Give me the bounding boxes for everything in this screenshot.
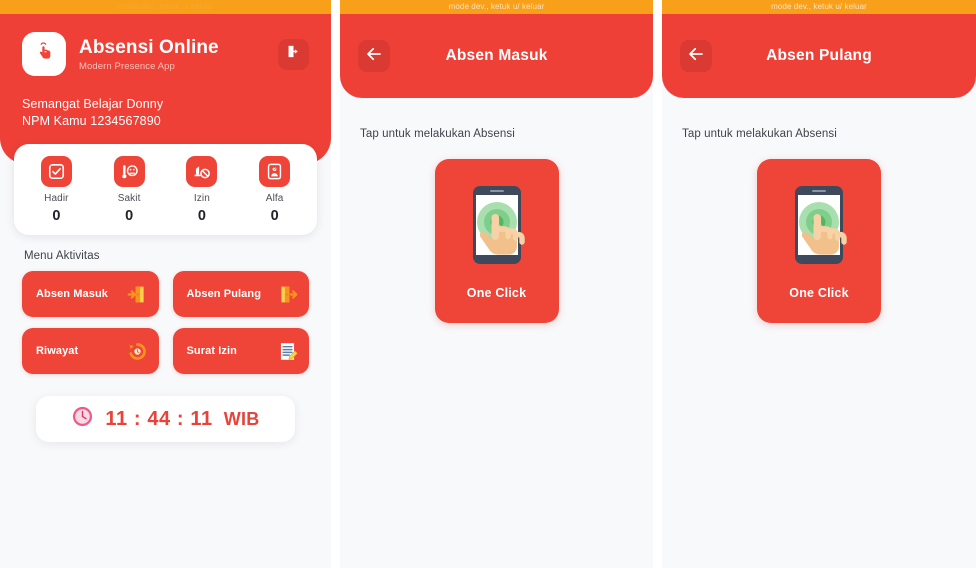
clock-card: 11 : 44 : 11 WIB (36, 396, 295, 442)
greeting-npm: NPM Kamu 1234567890 (22, 114, 161, 128)
menu-section-title: Menu Aktivitas (24, 250, 100, 262)
stat-value: 0 (125, 208, 134, 224)
stat-izin[interactable]: Izin 0 (166, 156, 239, 224)
stat-label: Izin (193, 193, 210, 204)
brand-row: Absensi Online Modern Presence App (22, 32, 309, 76)
checkout-header: Absen Pulang (662, 14, 976, 98)
phone-tap-icon (784, 182, 854, 273)
greeting-name: Semangat Belajar Donny (22, 97, 164, 111)
menu-item-absen-masuk[interactable]: Absen Masuk (22, 271, 159, 317)
checkbox-checked-icon (40, 156, 72, 187)
app-title: Absensi Online (79, 36, 219, 58)
arrow-left-icon (365, 45, 383, 68)
stat-sakit[interactable]: Sakit 0 (93, 156, 166, 224)
stat-label: Sakit (117, 193, 141, 204)
screen-checkin: mode dev., ketuk u/ keluar Absen Masuk T… (340, 0, 653, 568)
sick-thermometer-icon (113, 156, 145, 187)
door-enter-icon (127, 284, 148, 305)
one-click-label: One Click (466, 286, 527, 300)
dev-mode-banner[interactable]: mode dev., ketuk u/ keluar (0, 0, 331, 14)
stat-hadir[interactable]: Hadir 0 (20, 156, 93, 224)
dev-mode-banner[interactable]: mode dev., ketuk u/ keluar (662, 0, 976, 14)
menu-item-label: Absen Masuk (36, 288, 109, 300)
tap-hint: Tap untuk melakukan Absensi (360, 128, 515, 140)
menu-grid: Absen Masuk Absen Pulang Riwayat Surat I… (0, 271, 331, 374)
one-click-button[interactable]: One Click (757, 159, 881, 323)
menu-item-riwayat[interactable]: Riwayat (22, 328, 159, 374)
stat-value: 0 (270, 208, 279, 224)
tap-hand-icon (32, 40, 56, 69)
history-clock-icon (127, 341, 148, 362)
screen-checkout: mode dev., ketuk u/ keluar Absen Pulang … (662, 0, 976, 568)
oneclick-section: One Click (340, 159, 653, 323)
clock-timezone: WIB (223, 408, 260, 429)
logout-button[interactable] (278, 38, 309, 70)
stats-section: Hadir 0 Sakit 0 Izin 0 Alfa 0 (0, 144, 331, 235)
back-button[interactable] (358, 40, 390, 72)
stat-label: Alfa (265, 193, 284, 204)
screens-container: mode dev., ketuk u/ keluar Absensi Onlin… (0, 0, 976, 568)
clock-face-icon (71, 405, 94, 433)
clock-section: 11 : 44 : 11 WIB (0, 396, 331, 442)
checkin-header: Absen Masuk (340, 14, 653, 98)
stat-alfa[interactable]: Alfa 0 (238, 156, 311, 224)
menu-item-label: Riwayat (36, 345, 79, 357)
dev-mode-banner[interactable]: mode dev., ketuk u/ keluar (340, 0, 653, 14)
arrow-left-icon (687, 45, 705, 68)
oneclick-section: One Click (662, 159, 976, 323)
stat-value: 0 (197, 208, 206, 224)
app-subtitle: Modern Presence App (79, 60, 175, 72)
no-entry-icon (186, 156, 218, 187)
memo-document-icon (277, 341, 298, 362)
menu-item-surat-izin[interactable]: Surat Izin (172, 328, 309, 374)
tap-hint: Tap untuk melakukan Absensi (682, 128, 837, 140)
one-click-button[interactable]: One Click (434, 159, 559, 323)
home-header: Absensi Online Modern Presence App Seman… (0, 14, 331, 164)
back-button[interactable] (680, 40, 712, 72)
stat-label: Hadir (44, 193, 69, 204)
logout-icon (285, 43, 302, 65)
menu-item-absen-pulang[interactable]: Absen Pulang (172, 271, 309, 317)
greeting-block: Semangat Belajar Donny NPM Kamu 12345678… (22, 96, 309, 130)
stat-value: 0 (52, 208, 61, 224)
menu-item-label: Absen Pulang (186, 288, 262, 300)
phone-tap-icon (462, 182, 532, 273)
one-click-label: One Click (789, 286, 849, 300)
clock-time: 11 : 44 : 11 (105, 407, 213, 430)
menu-item-label: Surat Izin (186, 345, 238, 357)
app-logo (22, 32, 66, 76)
door-exit-icon (277, 284, 298, 305)
stats-card: Hadir 0 Sakit 0 Izin 0 Alfa 0 (14, 144, 317, 235)
brand-text: Absensi Online Modern Presence App (79, 37, 265, 72)
screen-home: mode dev., ketuk u/ keluar Absensi Onlin… (0, 0, 331, 568)
person-question-icon (259, 156, 291, 187)
